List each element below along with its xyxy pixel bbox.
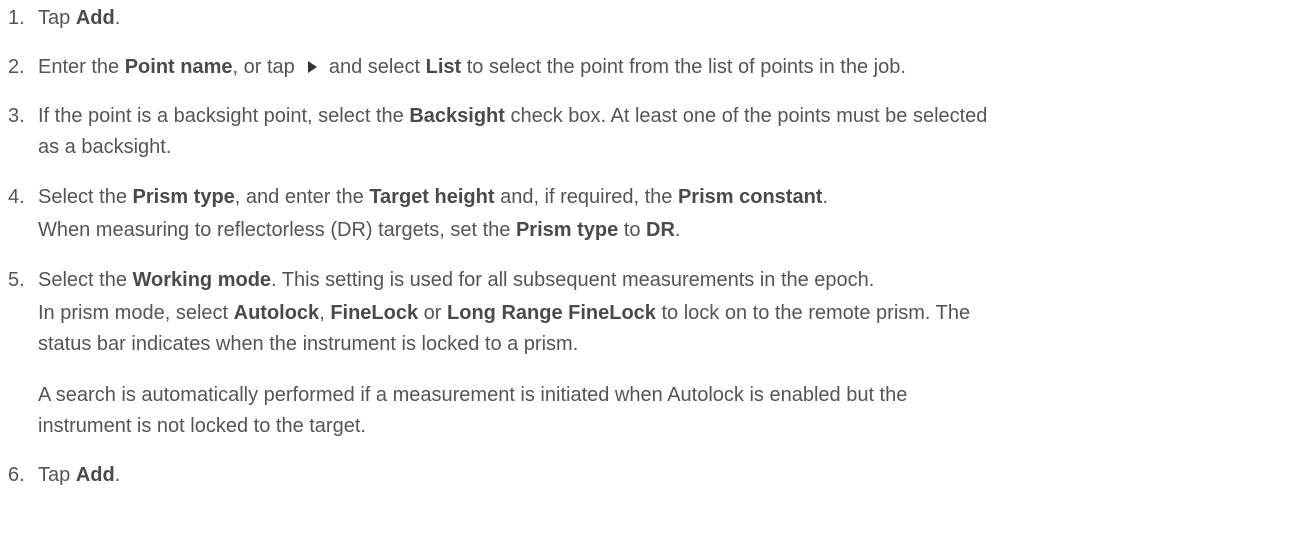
play-arrow-icon bbox=[308, 61, 318, 73]
step-number: 6. bbox=[8, 464, 25, 486]
text-segment: . bbox=[822, 186, 829, 208]
ui-term: DR bbox=[646, 219, 675, 241]
text-segment: , and enter the bbox=[234, 186, 370, 208]
step-text-line: Enter the Point name, or tap and select … bbox=[38, 55, 906, 79]
step-text-line: status bar indicates when the instrument… bbox=[38, 332, 578, 356]
procedure-document: 1. Tap Add. 2. Enter the Point name, or tap… bbox=[0, 0, 1304, 556]
text-segment: In prism mode, select bbox=[38, 302, 234, 324]
ui-term: Prism constant bbox=[677, 186, 823, 208]
text-segment: Tap bbox=[38, 464, 76, 486]
text-segment: , bbox=[319, 302, 331, 324]
step-text-line: Tap Add. bbox=[38, 463, 120, 487]
step-text-line: Select the Prism type, and enter the Tar… bbox=[38, 185, 828, 209]
text-segment: or bbox=[418, 302, 448, 324]
text-segment: Select the bbox=[38, 269, 133, 291]
ui-term: FineLock bbox=[330, 302, 419, 324]
step-text-line: A search is automatically performed if a… bbox=[38, 383, 907, 407]
text-segment: and select bbox=[323, 56, 426, 78]
text-segment: . bbox=[674, 219, 681, 241]
text-segment: When measuring to reflectorless (DR) tar… bbox=[38, 219, 516, 241]
text-segment: . bbox=[114, 464, 121, 486]
step-text-line: Tap Add. bbox=[38, 6, 120, 30]
text-segment: check box. At least one of the points mu… bbox=[504, 105, 988, 127]
text-segment: , or tap bbox=[232, 56, 301, 78]
step-text-line: Select the Working mode. This setting is… bbox=[38, 268, 874, 292]
step-text-line: as a backsight. bbox=[38, 135, 171, 159]
ui-term: Working mode bbox=[132, 269, 272, 291]
ui-term: Target height bbox=[369, 186, 495, 208]
ui-term: Add bbox=[75, 464, 115, 486]
text-segment: . This setting is used for all subsequen… bbox=[271, 269, 875, 291]
text-segment: to select the point from the list of poi… bbox=[461, 56, 906, 78]
ui-term: Long Range FineLock bbox=[447, 302, 656, 324]
ui-term: Backsight bbox=[409, 105, 505, 127]
step-number: 1. bbox=[8, 7, 25, 29]
step-number: 3. bbox=[8, 105, 25, 127]
step-number: 5. bbox=[8, 269, 25, 291]
ui-term: Autolock bbox=[233, 302, 320, 324]
step-text-line: When measuring to reflectorless (DR) tar… bbox=[38, 218, 680, 242]
ui-term: Add bbox=[75, 7, 115, 29]
ui-term: Prism type bbox=[515, 219, 619, 241]
ui-term: List bbox=[425, 56, 462, 78]
ui-term: Prism type bbox=[132, 186, 235, 208]
step-text-line: If the point is a backsight point, selec… bbox=[38, 104, 987, 128]
step-number: 2. bbox=[8, 56, 25, 78]
ui-term: Point name bbox=[124, 56, 233, 78]
step-text-line: instrument is not locked to the target. bbox=[38, 414, 366, 438]
text-segment: as a backsight. bbox=[38, 136, 172, 158]
text-segment: status bar indicates when the instrument… bbox=[38, 333, 579, 355]
text-segment: Tap bbox=[38, 7, 76, 29]
text-segment: to bbox=[618, 219, 647, 241]
text-segment: instrument is not locked to the target. bbox=[38, 415, 366, 437]
step-text-line: In prism mode, select Autolock, FineLock… bbox=[38, 301, 970, 325]
text-segment: . bbox=[114, 7, 121, 29]
text-segment: A search is automatically performed if a… bbox=[38, 384, 908, 406]
text-segment: Select the bbox=[38, 186, 133, 208]
text-segment: If the point is a backsight point, selec… bbox=[38, 105, 410, 127]
text-segment: to lock on to the remote prism. The bbox=[655, 302, 971, 324]
text-segment: and, if required, the bbox=[494, 186, 678, 208]
step-number: 4. bbox=[8, 186, 25, 208]
text-segment: Enter the bbox=[38, 56, 125, 78]
